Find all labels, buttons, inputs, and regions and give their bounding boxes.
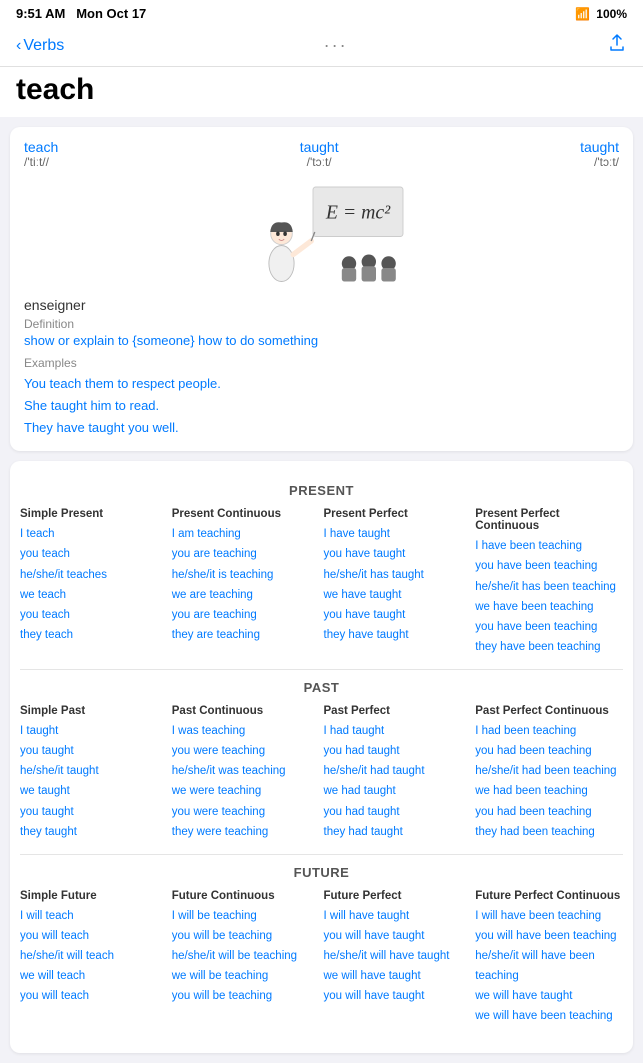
present-continuous-col: Present Continuous I am teaching you are… (172, 508, 320, 657)
future-title: FUTURE (20, 865, 623, 880)
past-perfect-col: Past Perfect I had taught you had taught… (324, 705, 472, 842)
wifi-icon: 📶 (575, 7, 590, 21)
status-icons: 📶 100% (575, 7, 627, 21)
back-button[interactable]: ‹ Verbs (16, 37, 64, 55)
present-perfect-continuous-col: Present Perfect Continuous I have been t… (475, 508, 623, 657)
conjugation-section: PRESENT Simple Present I teach you teach… (10, 461, 633, 1052)
future-perfect-continuous-col: Future Perfect Continuous I will have be… (475, 890, 623, 1027)
word-form-base: teach /'tiːt// (24, 139, 58, 169)
more-button[interactable]: ··· (324, 35, 348, 56)
back-label: Verbs (23, 37, 64, 55)
illustration: E = mc² (24, 177, 619, 287)
simple-past-col: Simple Past I taught you taught he/she/i… (20, 705, 168, 842)
future-grid: Simple Future I will teach you will teac… (20, 890, 623, 1027)
definition-text: show or explain to {someone} how to do s… (24, 333, 619, 348)
simple-present-col: Simple Present I teach you teach he/she/… (20, 508, 168, 657)
nav-bar: ‹ Verbs ··· (0, 27, 643, 67)
status-bar: 9:51 AM Mon Oct 17 📶 100% (0, 0, 643, 27)
present-grid: Simple Present I teach you teach he/she/… (20, 508, 623, 657)
svg-text:E = mc²: E = mc² (324, 202, 390, 224)
past-grid: Simple Past I taught you taught he/she/i… (20, 705, 623, 842)
past-perfect-continuous-col: Past Perfect Continuous I had been teach… (475, 705, 623, 842)
page-title: teach (16, 73, 627, 107)
examples: You teach them to respect people. She ta… (24, 373, 619, 439)
past-title: PAST (20, 680, 623, 695)
simple-future-col: Simple Future I will teach you will teac… (20, 890, 168, 1027)
native-word: enseigner (24, 297, 619, 313)
examples-label: Examples (24, 356, 619, 370)
definition-label: Definition (24, 317, 619, 331)
status-time: 9:51 AM Mon Oct 17 (16, 6, 146, 21)
future-perfect-col: Future Perfect I will have taught you wi… (324, 890, 472, 1027)
word-form-past: taught /'tɔːt/ (300, 139, 339, 169)
present-perfect-col: Present Perfect I have taught you have t… (324, 508, 472, 657)
divider-1 (20, 669, 623, 670)
divider-2 (20, 854, 623, 855)
word-form-pp: taught /'tɔːt/ (580, 139, 619, 169)
present-title: PRESENT (20, 483, 623, 498)
word-card: teach /'tiːt// taught /'tɔːt/ taught /'t… (10, 127, 633, 451)
battery-icon: 100% (596, 7, 627, 21)
future-continuous-col: Future Continuous I will be teaching you… (172, 890, 320, 1027)
share-button[interactable] (607, 33, 627, 58)
chevron-left-icon: ‹ (16, 37, 21, 55)
past-continuous-col: Past Continuous I was teaching you were … (172, 705, 320, 842)
word-forms-row: teach /'tiːt// taught /'tɔːt/ taught /'t… (24, 139, 619, 169)
page-title-section: teach (0, 67, 643, 117)
